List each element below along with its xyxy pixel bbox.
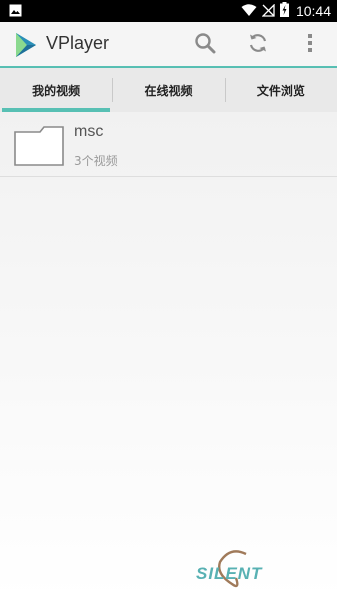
app-bar: VPlayer (0, 22, 337, 66)
battery-charging-icon (279, 1, 289, 21)
folder-name: msc (74, 123, 104, 140)
wifi-icon (241, 2, 257, 21)
tab-online-videos[interactable]: 在线视频 (112, 68, 224, 112)
tab-label: 在线视频 (144, 83, 193, 98)
tab-file-browser[interactable]: 文件浏览 (224, 68, 337, 112)
status-time: 10:44 (295, 3, 331, 19)
watermark-logo: SILENT (196, 548, 280, 592)
refresh-button[interactable] (245, 32, 271, 58)
status-bar: 10:44 (0, 0, 337, 22)
no-sim-icon (261, 2, 275, 21)
watermark-text: SILENT (196, 564, 263, 583)
more-options-button[interactable] (297, 32, 323, 58)
tab-label: 文件浏览 (256, 83, 305, 98)
image-notification-icon (9, 2, 22, 21)
refresh-icon (247, 32, 269, 58)
search-icon (194, 32, 216, 58)
video-list: msc 3个视频 (0, 112, 337, 600)
tab-my-videos[interactable]: 我的视频 (0, 68, 112, 112)
list-item[interactable]: msc 3个视频 (0, 112, 337, 177)
vplayer-logo-icon (12, 31, 40, 59)
more-vert-icon (307, 33, 313, 57)
folder-video-count: 3个视频 (74, 154, 118, 168)
tab-label: 我的视频 (32, 83, 81, 98)
tab-bar: 我的视频 在线视频 文件浏览 (0, 68, 337, 112)
search-button[interactable] (192, 32, 218, 58)
app-title: VPlayer (46, 33, 110, 53)
folder-icon (14, 126, 64, 166)
